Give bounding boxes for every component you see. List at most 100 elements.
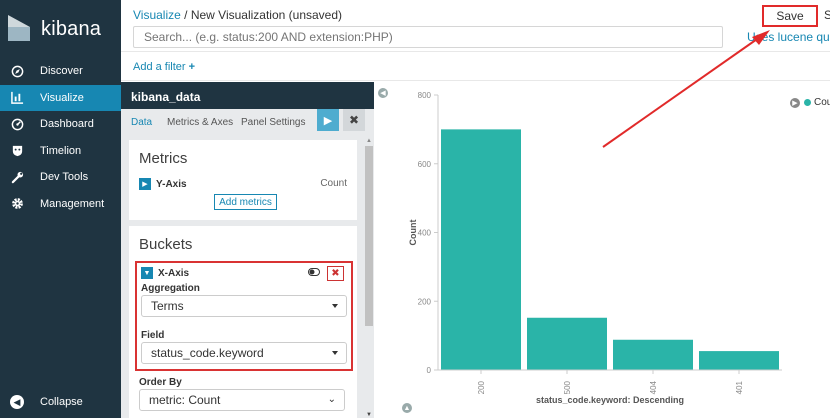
share-button-partial[interactable]: S [824, 8, 830, 22]
caret-down-icon [332, 351, 338, 355]
apply-changes-button[interactable]: ▶ [317, 109, 339, 131]
sidebar-nav: Discover Visualize Dashboard Timelion De… [0, 58, 121, 217]
y-tick-label: 600 [418, 160, 432, 169]
sidebar-item-label: Dev Tools [40, 171, 89, 184]
breadcrumb-current: New Visualization (unsaved) [190, 8, 343, 22]
y-tick-label: 200 [418, 297, 432, 306]
toggle-icon[interactable] [308, 268, 322, 278]
tab-data[interactable]: Data [131, 117, 152, 128]
sidebar-item-label: Visualize [40, 91, 84, 104]
compass-icon [10, 64, 24, 78]
chevron-down-icon[interactable]: ▼ [141, 267, 153, 279]
kibana-app: kibana Discover Visualize Dashboard Time… [0, 0, 830, 418]
close-icon: ✖ [348, 113, 360, 127]
order-by-label: Order By [139, 377, 182, 388]
editor-scrollbar[interactable]: ▲ ▼ [363, 138, 373, 418]
add-metrics-button[interactable]: Add metrics [214, 194, 277, 210]
add-filter-link[interactable]: Add a filter + [133, 61, 195, 73]
field-select[interactable]: status_code.keyword [141, 342, 347, 364]
filter-bar: Add a filter + [121, 51, 830, 81]
legend-color-dot [804, 99, 811, 106]
search-input[interactable] [133, 26, 723, 48]
field-value: status_code.keyword [151, 346, 264, 360]
buckets-title: Buckets [139, 236, 193, 253]
scrollbar-thumb[interactable] [365, 146, 373, 326]
y-axis-row[interactable]: ▶ Y-Axis [139, 178, 187, 190]
index-pattern-title: kibana_data [121, 82, 374, 109]
kibana-logo[interactable]: kibana [0, 0, 121, 56]
chevron-down-icon: ⌄ [327, 394, 336, 405]
y-tick-label: 400 [418, 229, 432, 238]
kibana-logo-icon-lower [8, 27, 30, 41]
sidebar-item-label: Management [40, 197, 105, 210]
breadcrumb-separator: / [180, 8, 191, 22]
y-tick-label: 800 [418, 91, 432, 100]
gear-icon [10, 197, 24, 211]
caret-down-icon [332, 304, 338, 308]
tab-metrics-axes[interactable]: Metrics & Axes [167, 117, 233, 128]
scroll-down-icon[interactable]: ▼ [366, 412, 372, 418]
order-by-select[interactable]: metric: Count ⌄ [139, 389, 345, 411]
visualization-panel: ◀ ▲ 0 200 400 600 800 Count 200 500 404 401 status… [374, 82, 830, 418]
x-tick-label: 401 [735, 380, 744, 394]
editor-body: Metrics ▶ Y-Axis Count Add metrics Bucke… [129, 140, 357, 418]
bar-404 [613, 339, 693, 370]
tab-panel-settings[interactable]: Panel Settings [241, 117, 306, 128]
sidebar-item-label: Timelion [40, 144, 82, 157]
breadcrumb: Visualize / New Visualization (unsaved) [133, 8, 342, 22]
order-by-value: metric: Count [149, 393, 221, 407]
sidebar: kibana Discover Visualize Dashboard Time… [0, 0, 121, 418]
sidebar-item-dev-tools[interactable]: Dev Tools [0, 164, 121, 191]
close-icon: ✖ [331, 268, 340, 279]
field-label: Field [141, 330, 165, 341]
sidebar-item-management[interactable]: Management [0, 191, 121, 218]
discard-changes-button[interactable]: ✖ [343, 109, 365, 131]
scroll-up-icon[interactable]: ▲ [366, 138, 372, 144]
aggregation-label: Aggregation [141, 283, 200, 294]
bar-500 [527, 317, 607, 370]
bar-chart: 0 200 400 600 800 Count 200 500 404 401 status_cod… [408, 91, 782, 405]
editor-tabs: Data Metrics & Axes Panel Settings ▶ ✖ [121, 109, 374, 135]
collapse-label: Collapse [40, 396, 83, 408]
legend-toggle-icon[interactable]: ▶ [790, 97, 800, 108]
chart-legend: ▶ Count [790, 97, 830, 108]
chevron-left-icon: ◀ [10, 395, 24, 409]
x-tick-label: 200 [477, 380, 486, 394]
save-button[interactable]: Save [762, 5, 818, 27]
sidebar-item-dashboard[interactable]: Dashboard [0, 111, 121, 138]
wrench-icon [10, 170, 24, 184]
sidebar-item-label: Discover [40, 65, 83, 78]
bar-chart-icon [10, 91, 24, 105]
vis-editor-sidebar: kibana_data Data Metrics & Axes Panel Se… [121, 82, 374, 418]
y-axis-agg-label: Count [320, 178, 347, 189]
sidebar-item-discover[interactable]: Discover [0, 58, 121, 85]
x-tick-label: 404 [649, 380, 658, 394]
plus-icon: + [188, 61, 196, 73]
sidebar-item-label: Dashboard [40, 118, 94, 131]
add-filter-label: Add a filter [133, 61, 186, 73]
x-tick-label: 500 [563, 380, 572, 394]
x-axis-agg-box: ▼ X-Axis ✖ Aggregation Terms Field statu… [135, 261, 353, 371]
x-axis-title: status_code.keyword: Descending [536, 395, 684, 405]
dashboard-icon [10, 117, 24, 131]
chevron-right-icon[interactable]: ▶ [139, 178, 151, 190]
breadcrumb-visualize-link[interactable]: Visualize [133, 8, 181, 22]
x-axis-label: X-Axis [158, 267, 190, 279]
collapse-button[interactable]: ◀ Collapse [0, 390, 121, 414]
legend-label[interactable]: Count [814, 97, 830, 108]
buckets-card: Buckets ▼ X-Axis ✖ Aggregation Terms Fie… [129, 226, 357, 418]
y-axis-title: Count [408, 220, 418, 246]
sidebar-item-visualize[interactable]: Visualize [0, 84, 121, 111]
bar-401 [699, 351, 779, 370]
play-icon: ▶ [323, 114, 333, 127]
lucene-syntax-link[interactable]: Uses lucene query [747, 30, 830, 44]
logo-text: kibana [41, 18, 102, 40]
y-axis-label: Y-Axis [156, 178, 187, 190]
x-axis-row[interactable]: ▼ X-Axis [141, 267, 189, 279]
metrics-card: Metrics ▶ Y-Axis Count Add metrics [129, 140, 357, 220]
remove-agg-button[interactable]: ✖ [327, 266, 344, 281]
aggregation-select[interactable]: Terms [141, 295, 347, 317]
aggregation-value: Terms [151, 299, 184, 313]
timelion-icon [10, 144, 24, 158]
sidebar-item-timelion[interactable]: Timelion [0, 138, 121, 165]
